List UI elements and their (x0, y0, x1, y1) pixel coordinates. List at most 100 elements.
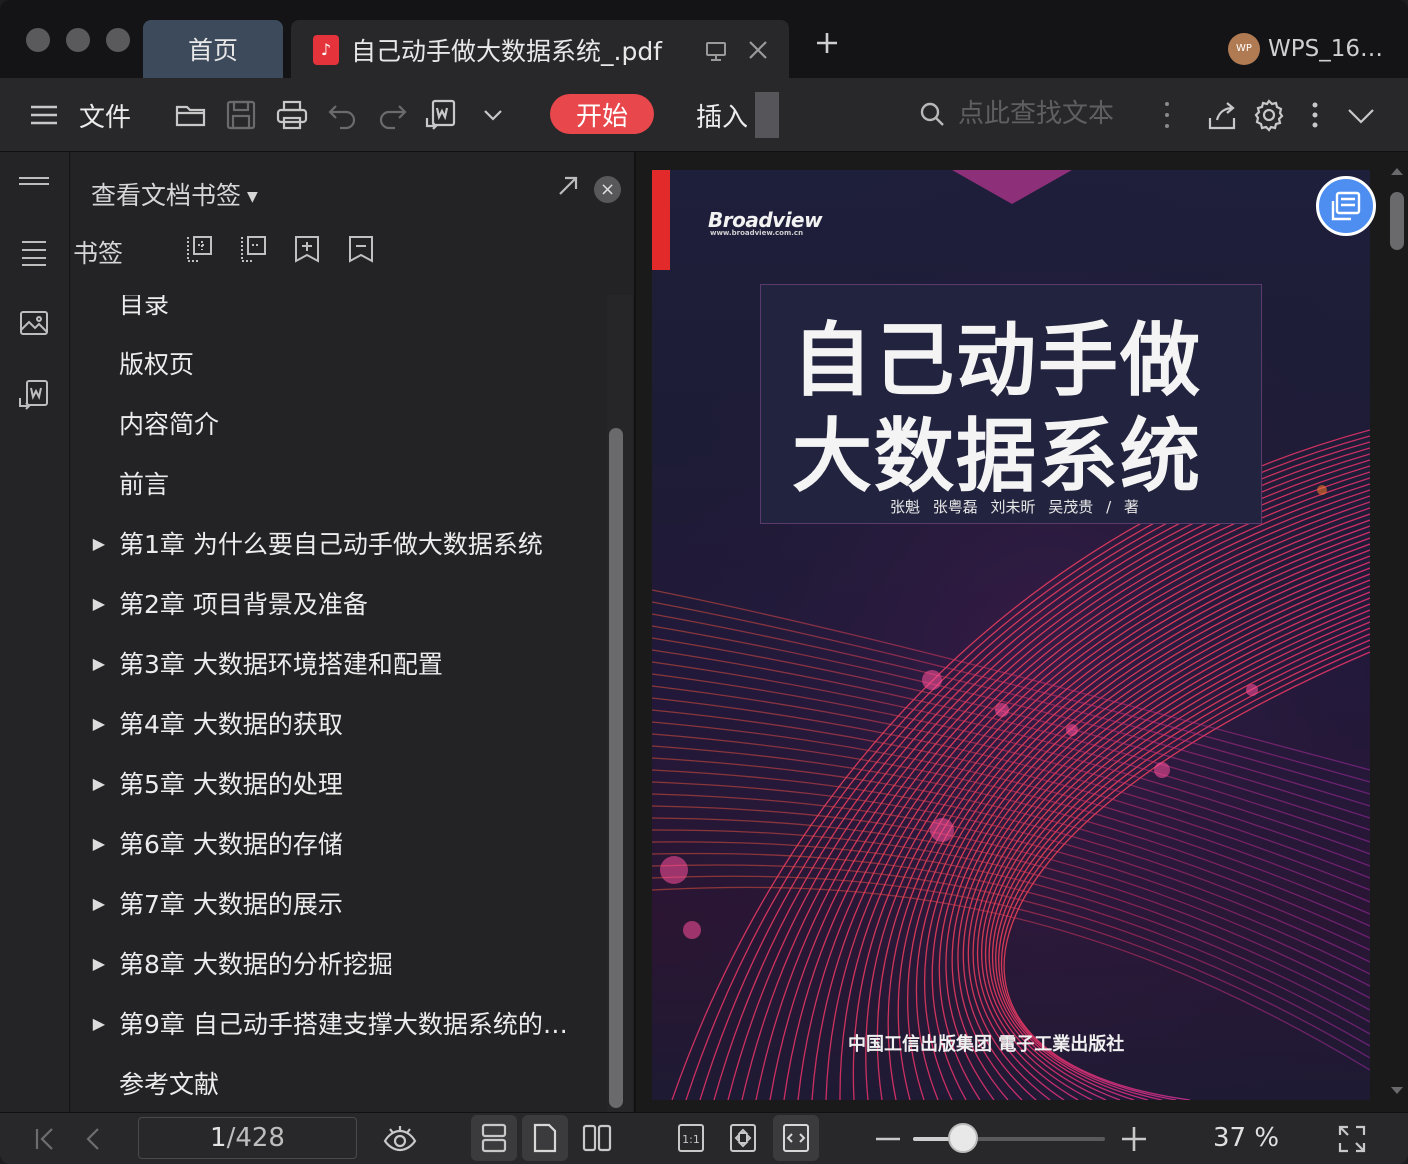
zoom-out-icon[interactable] (872, 1123, 904, 1155)
bookmark-item[interactable]: ▶ 第8章 大数据的分析挖掘 (71, 933, 606, 993)
bookmark-item[interactable]: 内容简介 (71, 393, 606, 453)
fit-width-button[interactable] (773, 1115, 819, 1161)
convert-icon[interactable] (17, 378, 51, 412)
collapse-ribbon-icon[interactable] (1344, 98, 1378, 132)
collapse-rail-icon[interactable] (17, 166, 51, 200)
bookmark-item-label: 第2章 项目背景及准备 (119, 590, 368, 619)
open-folder-icon[interactable] (174, 98, 208, 132)
main-toolbar: 文件 开始 插入 (0, 78, 1408, 152)
tab-start[interactable]: 开始 (550, 94, 654, 134)
search-icon[interactable] (918, 100, 946, 128)
bookmark-item[interactable]: ▶ 第6章 大数据的存储 (71, 813, 606, 873)
pdf-page-cover[interactable]: Broadview www.broadview.com.cn 自己动手做 大数据… (652, 170, 1370, 1100)
undo-icon[interactable] (326, 98, 360, 132)
expand-triangle-icon[interactable]: ▶ (71, 954, 119, 973)
add-bookmark-icon[interactable] (292, 234, 322, 264)
expand-triangle-icon[interactable]: ▶ (71, 534, 119, 553)
remove-bookmark-icon[interactable] (238, 234, 268, 264)
previous-page-icon[interactable] (78, 1123, 110, 1155)
bookmark-item[interactable]: 目录 (71, 295, 606, 333)
first-page-icon[interactable] (30, 1123, 62, 1155)
eye-protection-icon[interactable] (382, 1123, 418, 1155)
pdf-to-word-icon[interactable] (424, 98, 458, 132)
bookmark-item-label: 版权页 (119, 350, 195, 379)
file-menu-label[interactable]: 文件 (79, 97, 131, 134)
fit-page-button[interactable] (720, 1115, 766, 1161)
expand-triangle-icon[interactable]: ▶ (71, 1014, 119, 1033)
wps-pdf-window: 首页 ♪ 自己动手做大数据系统_.pdf WP WPS_16… 文件 开始 插入… (0, 0, 1408, 1164)
svg-text:1:1: 1:1 (682, 1133, 700, 1146)
page-number-field[interactable]: 1/428 (138, 1117, 357, 1159)
continuous-scroll-mode-button[interactable] (471, 1115, 517, 1161)
zoom-percentage[interactable]: 37 % (1213, 1123, 1279, 1153)
expand-triangle-icon[interactable]: ▶ (71, 894, 119, 913)
save-icon[interactable] (224, 98, 258, 132)
window-zoom-light[interactable] (106, 28, 130, 52)
expand-triangle-icon[interactable]: ▶ (71, 594, 119, 613)
zoom-in-icon[interactable] (1118, 1123, 1150, 1155)
document-scrollbar[interactable] (1384, 166, 1408, 1106)
new-tab-icon[interactable] (812, 28, 842, 58)
document-viewport: Broadview www.broadview.com.cn 自己动手做 大数据… (634, 152, 1408, 1112)
panel-close-icon[interactable]: × (594, 176, 621, 203)
bookmark-item-label: 第5章 大数据的处理 (119, 770, 343, 799)
bookmark-item[interactable]: ▶ 第9章 自己动手搭建支撑大数据系统的… (71, 993, 606, 1053)
document-scrollbar-thumb[interactable] (1390, 192, 1404, 250)
edit-bookmark-icon[interactable] (346, 234, 376, 264)
bookmark-item[interactable]: ▶ 第4章 大数据的获取 (71, 693, 606, 753)
cover-authors: 张魁 张粤磊 刘未昕 吴茂贵 / 著 (890, 498, 1139, 516)
redo-icon[interactable] (375, 98, 409, 132)
bookmark-item[interactable]: ▶ 第7章 大数据的展示 (71, 873, 606, 933)
pop-out-arrow-icon[interactable] (556, 174, 580, 198)
print-icon[interactable] (275, 98, 309, 132)
bookmark-item[interactable]: ▶ 第5章 大数据的处理 (71, 753, 606, 813)
more-dropdown-icon[interactable] (476, 98, 510, 132)
more-options-icon[interactable] (1298, 98, 1332, 132)
caret-down-icon: ▼ (247, 189, 258, 205)
bookmark-item-label: 前言 (119, 470, 170, 499)
hamburger-menu-icon[interactable] (27, 98, 61, 132)
bookmark-item[interactable]: 版权页 (71, 333, 606, 393)
account-area[interactable]: WP WPS_16… (1228, 33, 1383, 65)
tab-home[interactable]: 首页 (143, 20, 283, 78)
add-child-bookmark-icon[interactable] (184, 234, 214, 264)
single-page-mode-button[interactable] (522, 1115, 568, 1161)
floating-convert-button[interactable] (1316, 176, 1376, 236)
bookmark-item-label: 第3章 大数据环境搭建和配置 (119, 650, 443, 679)
zoom-slider-knob[interactable] (947, 1123, 978, 1153)
close-tab-icon[interactable] (746, 38, 770, 62)
window-close-light[interactable] (26, 28, 50, 52)
share-icon[interactable] (1205, 98, 1239, 132)
actual-size-button[interactable]: 1:1 (668, 1115, 714, 1161)
thumbnail-image-icon[interactable] (17, 306, 51, 340)
account-name[interactable]: WPS_16… (1268, 36, 1383, 62)
find-text-input[interactable] (958, 96, 1148, 132)
expand-triangle-icon[interactable]: ▶ (71, 654, 119, 673)
bookmark-item[interactable]: ▶ 第2章 项目背景及准备 (71, 573, 606, 633)
monitor-icon[interactable] (703, 38, 729, 64)
outline-list-icon[interactable] (17, 234, 51, 268)
expand-triangle-icon[interactable]: ▶ (71, 774, 119, 793)
panel-title-dropdown[interactable]: 查看文档书签 ▼ (91, 176, 258, 212)
scroll-up-icon[interactable] (1390, 166, 1404, 176)
tab-document[interactable]: ♪ 自己动手做大数据系统_.pdf (291, 20, 789, 78)
bookmark-list: 目录 版权页 内容简介 前言 ▶ 第1章 为什么要自己动手做大数据系统 ▶ 第2章 项目背景及… (71, 295, 606, 1112)
avatar[interactable]: WP (1228, 33, 1260, 65)
bookmark-item[interactable]: 参考文献 (71, 1053, 606, 1112)
expand-triangle-icon[interactable]: ▶ (71, 714, 119, 733)
settings-gear-icon[interactable] (1252, 98, 1286, 132)
bookmark-item[interactable]: 前言 (71, 453, 606, 513)
bookmark-item[interactable]: ▶ 第3章 大数据环境搭建和配置 (71, 633, 606, 693)
fullscreen-icon[interactable] (1336, 1123, 1368, 1155)
bookmark-scrollbar-thumb[interactable] (609, 428, 623, 1108)
two-page-mode-button[interactable] (574, 1115, 620, 1161)
tab-insert[interactable]: 插入 (696, 97, 748, 134)
scroll-down-icon[interactable] (1390, 1086, 1404, 1096)
left-rail (0, 152, 70, 1112)
bookmark-item[interactable]: ▶ 第1章 为什么要自己动手做大数据系统 (71, 513, 606, 573)
bookmark-item-label: 目录 (119, 295, 170, 319)
bookmark-item-label: 第7章 大数据的展示 (119, 890, 343, 919)
toolbar-overflow-handle[interactable] (755, 92, 779, 138)
expand-triangle-icon[interactable]: ▶ (71, 834, 119, 853)
window-minimize-light[interactable] (66, 28, 90, 52)
